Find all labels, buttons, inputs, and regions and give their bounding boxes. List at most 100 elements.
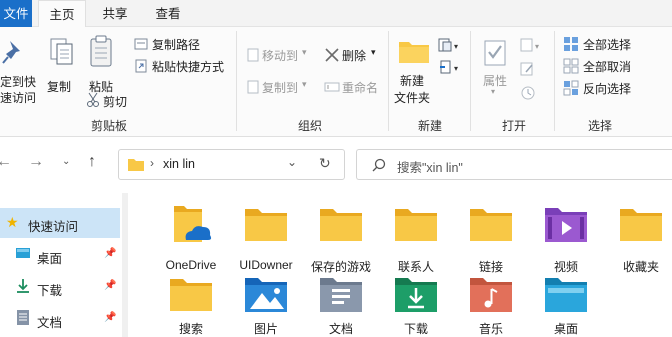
select-all-icon [564, 37, 578, 51]
folder-label: 图片 [253, 322, 278, 336]
paste-shortcut-icon [135, 59, 147, 73]
folder-icon [470, 209, 512, 241]
easy-access-icon: ▾ [440, 60, 458, 74]
new-folder-button[interactable]: 新建 文件夹 [394, 35, 432, 107]
tab-home[interactable]: 主页 [38, 0, 86, 28]
paste-shortcut-button[interactable]: 粘贴快捷方式 [132, 57, 232, 75]
delete-button[interactable]: 删除 ▾ [322, 45, 382, 65]
folder-label: 桌面 [553, 322, 578, 336]
download-icon [17, 279, 29, 293]
select-none-button[interactable]: 全部取消 [562, 57, 672, 75]
sidebar-item-documents[interactable]: 文档 📌 [0, 304, 120, 334]
folder-item-links[interactable]: 链接 [454, 202, 528, 274]
ribbon-separator [470, 31, 471, 131]
sidebar-item-desktop[interactable]: 桌面 📌 [0, 240, 120, 270]
address-bar[interactable]: › xin lin ⌄ ↻ [118, 149, 345, 180]
downloads-folder-icon [395, 278, 437, 312]
folder-item-contacts[interactable]: 联系人 [379, 202, 453, 274]
tab-view[interactable]: 查看 [142, 0, 194, 27]
folder-icon [320, 209, 362, 241]
up-arrow-icon[interactable]: ↑ [88, 153, 96, 171]
music-folder-icon [470, 278, 512, 312]
invert-selection-button[interactable]: 反向选择 [562, 79, 672, 97]
rename-label: 重命名 [342, 81, 379, 95]
clipboard-group-label: 剪贴板 [90, 119, 127, 133]
pin-icon: 📌 [104, 312, 117, 323]
refresh-icon[interactable]: ↻ [319, 155, 331, 172]
edit-button[interactable] [518, 59, 544, 79]
pin-quick-access-button[interactable]: 定到快 速访问 [0, 33, 40, 105]
paste-button[interactable]: 粘贴 [84, 33, 120, 94]
breadcrumb-chevron-icon: › [150, 156, 154, 170]
folder-item-music[interactable]: 音乐 [454, 272, 528, 337]
sidebar-scrollbar[interactable] [122, 193, 128, 337]
folder-item-searches[interactable]: 搜索 [154, 272, 228, 337]
forward-arrow-icon[interactable]: → [28, 153, 44, 171]
folder-icon [245, 209, 287, 241]
folder-item-videos[interactable]: 视频 [529, 202, 603, 274]
folder-item-pictures[interactable]: 图片 [229, 272, 303, 337]
copy-to-button[interactable]: 复制到 ▾ [244, 77, 310, 97]
invert-selection-label: 反向选择 [583, 82, 632, 96]
folder-icon [128, 159, 144, 171]
copy-path-label: 复制路径 [152, 38, 201, 52]
rename-button[interactable]: 重命名 [322, 77, 384, 97]
sidebar-item-downloads[interactable]: 下载 📌 [0, 272, 120, 302]
folder-label: UIDowner [239, 258, 293, 272]
new-item-button[interactable]: ▾ [438, 35, 462, 55]
recent-locations-chevron-icon[interactable]: ⌄ [62, 156, 70, 167]
select-all-button[interactable]: 全部选择 [562, 35, 672, 53]
folder-item-documents[interactable]: 文档 [304, 272, 378, 337]
folder-icon [395, 209, 437, 241]
copy-path-button[interactable]: 复制路径 [132, 35, 212, 53]
pin-icon: 📌 [104, 248, 117, 259]
copy-button[interactable]: 复制 [44, 33, 76, 105]
svg-text:▾: ▾ [535, 42, 539, 51]
breadcrumb-current[interactable]: xin lin [163, 157, 195, 171]
folder-item-desktop[interactable]: 桌面 [529, 272, 603, 337]
video-folder-icon [545, 208, 587, 242]
properties-icon [484, 40, 506, 66]
sidebar-item-label: 文档 [37, 316, 63, 330]
cut-label: 剪切 [103, 95, 128, 109]
cut-button[interactable]: 剪切 [84, 91, 134, 109]
documents-folder-icon [320, 278, 362, 312]
folder-item-downloads[interactable]: 下载 [379, 272, 453, 337]
folder-label: 收藏夹 [622, 260, 659, 274]
copy-icon [50, 38, 73, 65]
open-button[interactable]: ▾ [518, 35, 544, 55]
tab-share[interactable]: 共享 [90, 0, 140, 27]
delete-label: 删除 [342, 49, 367, 63]
ribbon: 定到快 速访问 复制 粘贴 复制路径 粘贴快捷方式 剪切 剪贴板 移动到 ▾ 删… [0, 27, 672, 137]
move-to-button[interactable]: 移动到 ▾ [244, 45, 308, 65]
select-none-icon [563, 58, 579, 74]
star-icon: ★ [6, 214, 19, 230]
navigation-pane: ★ 快速访问 桌面 📌 下载 📌 文档 📌 [0, 193, 128, 337]
folder-label: 文档 [328, 322, 353, 336]
sidebar-item-quick-access[interactable]: ★ 快速访问 [0, 208, 120, 238]
copy-label: 复制 [47, 80, 72, 94]
folder-icon [170, 279, 212, 311]
copy-to-icon [247, 80, 259, 94]
folder-item-saved-games[interactable]: 保存的游戏 [304, 202, 378, 274]
address-dropdown-chevron-icon[interactable]: ⌄ [287, 155, 297, 169]
easy-access-button[interactable]: ▾ [438, 57, 462, 77]
folder-item-onedrive[interactable]: OneDrive [154, 202, 228, 272]
history-button[interactable] [518, 83, 544, 103]
onedrive-folder-icon [174, 206, 212, 242]
properties-button[interactable]: 属性 ▾ [478, 35, 512, 105]
invert-selection-icon [563, 80, 579, 96]
folder-label: OneDrive [165, 258, 217, 272]
tab-file[interactable]: 文件 [0, 0, 32, 27]
chevron-down-icon: ▾ [371, 47, 376, 57]
open-icon: ▾ [520, 38, 539, 52]
pictures-folder-icon [245, 278, 287, 312]
folder-item-uidowner[interactable]: UIDowner [229, 202, 303, 272]
copy-path-icon [134, 38, 148, 50]
back-arrow-icon[interactable]: ← [0, 153, 12, 171]
folder-item-favorites[interactable]: 收藏夹 [604, 202, 672, 274]
open-group-label: 打开 [501, 119, 526, 133]
search-box[interactable]: 搜索"xin lin" [356, 149, 672, 180]
pin-label-line1: 定到快 [0, 75, 37, 89]
svg-text:▾: ▾ [454, 42, 458, 51]
